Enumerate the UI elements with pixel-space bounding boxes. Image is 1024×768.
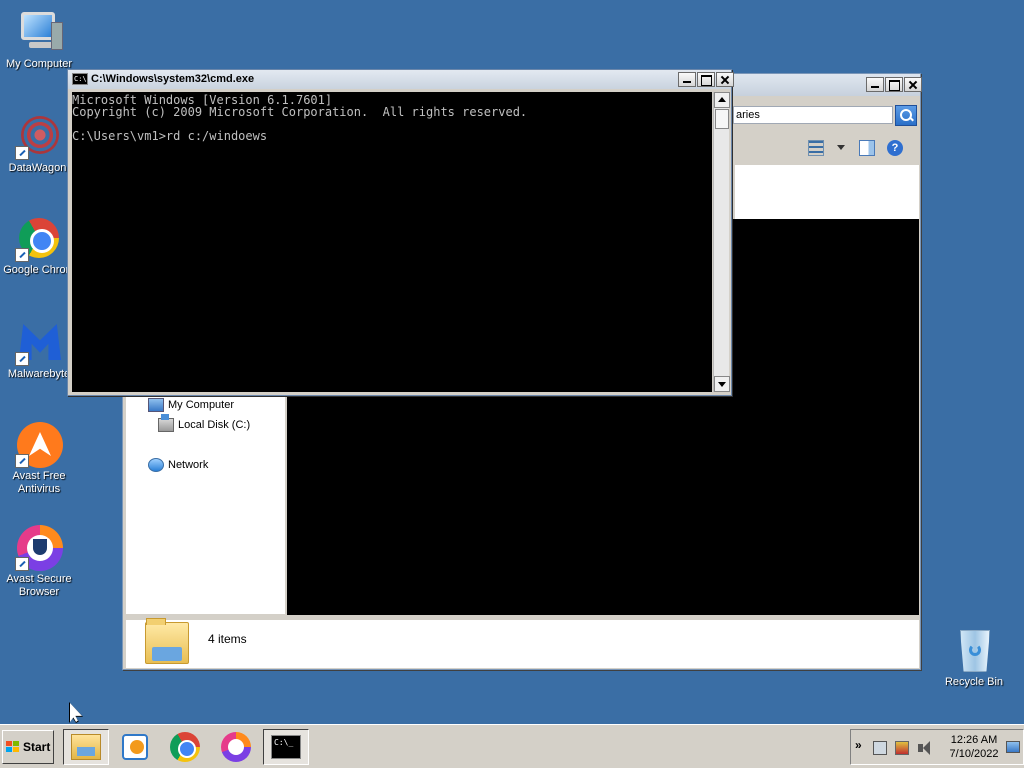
show-desktop-icon[interactable] — [1006, 741, 1020, 753]
nav-item-local-disk[interactable]: Local Disk (C:) — [158, 414, 251, 432]
shortcut-arrow-icon — [15, 248, 29, 262]
nav-item-network[interactable]: Network — [148, 458, 208, 472]
explorer-maximize-button[interactable] — [885, 77, 903, 92]
start-label: Start — [23, 740, 51, 754]
taskbar-app-command-prompt[interactable]: C:\_ — [263, 729, 309, 765]
cmd-minimize-button[interactable] — [678, 72, 696, 87]
action-center-flag-icon[interactable] — [895, 741, 909, 755]
network-status-icon[interactable] — [873, 741, 887, 755]
datawagon-icon — [15, 112, 63, 160]
shortcut-arrow-icon — [15, 557, 29, 571]
avast-secure-browser-icon — [15, 523, 63, 571]
taskbar-app-windows-explorer[interactable] — [63, 729, 109, 765]
console-prompt-line: C:\Users\vm1>rd c:/windoews — [72, 129, 268, 143]
desktop-icon-label: Browser — [18, 586, 60, 598]
clock-date: 7/10/2022 — [949, 748, 999, 760]
nav-item-label: My Computer — [168, 399, 235, 411]
nav-item-my-computer[interactable]: My Computer — [148, 398, 234, 412]
explorer-search-input[interactable]: aries — [733, 106, 893, 124]
start-button[interactable]: Start — [2, 730, 54, 764]
mouse-cursor-icon — [70, 703, 82, 722]
chevron-down-icon[interactable] — [837, 145, 845, 150]
chrome-icon — [15, 214, 63, 262]
command-prompt-icon: C:\_ — [271, 735, 301, 759]
window-title: C:\Windows\system32\cmd.exe — [91, 73, 255, 85]
malwarebytes-icon — [15, 318, 63, 366]
explorer-navigation-pane: My Computer Local Disk (C:) Network — [126, 396, 285, 614]
folder-icon — [145, 618, 189, 664]
explorer-window-buttons — [865, 77, 922, 93]
change-view-icon[interactable] — [808, 140, 824, 156]
taskbar-app-avast-secure-browser[interactable] — [213, 729, 259, 765]
volume-icon[interactable] — [917, 741, 931, 755]
desktop-icon-label: Avast Secure — [6, 573, 72, 585]
windows-logo-icon — [6, 741, 20, 753]
desktop-icon-label: Antivirus — [17, 483, 61, 495]
shortcut-arrow-icon — [15, 146, 29, 160]
chrome-icon — [170, 732, 200, 762]
media-player-icon — [122, 734, 148, 760]
explorer-details-pane: 4 items — [126, 618, 919, 668]
computer-icon — [148, 398, 164, 412]
command-prompt-window: C:\ C:\Windows\system32\cmd.exe Microsof… — [67, 69, 734, 396]
search-icon[interactable] — [895, 105, 917, 126]
windows-explorer-icon — [71, 734, 101, 760]
command-prompt-icon: C:\ — [72, 73, 88, 85]
local-disk-icon — [158, 414, 174, 432]
desktop-icon-label: Avast Free — [12, 470, 66, 482]
explorer-close-button[interactable] — [904, 77, 922, 92]
nav-item-label: Network — [168, 459, 209, 471]
network-icon — [148, 458, 164, 472]
preview-pane-icon[interactable] — [859, 140, 875, 156]
help-icon[interactable]: ? — [887, 140, 903, 156]
taskbar-app-media-player[interactable] — [112, 729, 158, 765]
system-tray: » 12:26 AM 7/10/2022 — [850, 729, 1024, 765]
cmd-window-buttons — [677, 72, 734, 88]
nav-item-label: Local Disk (C:) — [178, 419, 251, 431]
clock[interactable]: 12:26 AM 7/10/2022 — [941, 733, 1007, 761]
item-count: 4 items — [208, 632, 247, 646]
avast-secure-browser-icon — [221, 732, 251, 762]
avast-icon — [15, 420, 63, 468]
shortcut-arrow-icon — [15, 454, 29, 468]
explorer-header-area — [735, 165, 919, 219]
cmd-close-button[interactable] — [716, 72, 734, 87]
show-hidden-icons-button[interactable]: » — [855, 738, 862, 752]
computer-icon — [15, 8, 63, 56]
taskbar: Start C:\_ » 12:26 AM 7/10/2022 — [0, 724, 1024, 768]
shortcut-arrow-icon — [15, 352, 29, 366]
desktop-icon-label: Recycle Bin — [944, 676, 1004, 688]
desktop-icon-avast-free-antivirus[interactable]: Avast Free Antivirus — [0, 420, 78, 496]
explorer-minimize-button[interactable] — [866, 77, 884, 92]
desktop-icon-avast-secure-browser[interactable]: Avast Secure Browser — [0, 523, 78, 599]
desktop-icon-my-computer[interactable]: My Computer — [0, 8, 78, 71]
desktop-icon-recycle-bin[interactable]: Recycle Bin — [935, 626, 1013, 689]
clock-time: 12:26 AM — [950, 734, 998, 746]
scrollbar-thumb[interactable] — [715, 109, 729, 129]
scroll-up-arrow-icon[interactable] — [714, 92, 730, 108]
scroll-down-arrow-icon[interactable] — [714, 376, 730, 392]
recycle-bin-icon — [950, 626, 998, 674]
cmd-vertical-scrollbar[interactable] — [713, 92, 730, 392]
console-output[interactable]: Microsoft Windows [Version 6.1.7601] Copy… — [72, 92, 712, 392]
console-line: Copyright (c) 2009 Microsoft Corporation… — [72, 105, 528, 119]
cmd-titlebar[interactable]: C:\ C:\Windows\system32\cmd.exe — [68, 70, 734, 89]
cmd-maximize-button[interactable] — [697, 72, 715, 87]
taskbar-app-chrome[interactable] — [162, 729, 208, 765]
